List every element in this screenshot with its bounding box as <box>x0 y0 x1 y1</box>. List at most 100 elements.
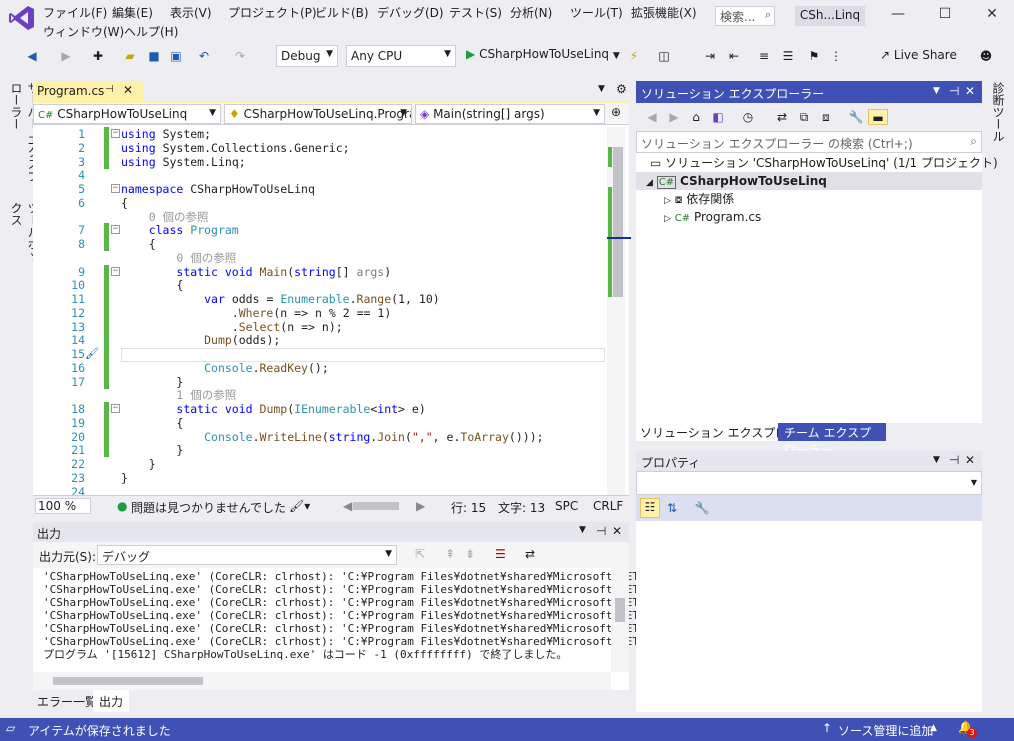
properties-object-select[interactable]: ▼ <box>636 471 982 495</box>
menu-view[interactable]: 表示(V) <box>170 4 212 21</box>
next-message-icon[interactable]: ⇟ <box>465 547 475 561</box>
reference-count[interactable]: 0 個の参照 <box>121 210 209 224</box>
pin-icon[interactable]: ⊣ <box>949 84 959 98</box>
forward-icon[interactable]: ▶ <box>58 48 74 64</box>
maximize-icon[interactable]: ☐ <box>935 6 955 26</box>
close-icon[interactable]: ✕ <box>965 453 975 467</box>
output-horizontal-scrollbar[interactable] <box>33 672 611 690</box>
scroll-right-icon[interactable]: ▶ <box>416 499 425 513</box>
open-folder-icon[interactable]: ▰ <box>122 48 138 64</box>
chevron-down-icon[interactable]: ▼ <box>933 455 940 465</box>
tab-list-icon[interactable]: ▼ <box>598 84 605 94</box>
tab-error-list[interactable]: エラー一覧 <box>37 693 97 710</box>
collapse-all-icon[interactable]: ⧉ <box>796 109 812 125</box>
scroll-thumb[interactable] <box>613 147 623 297</box>
sync-icon[interactable]: ⇄ <box>774 109 790 125</box>
wrench-icon[interactable]: 🔧 <box>848 109 864 125</box>
issues-status[interactable]: 問題は見つかりませんでした <box>131 499 286 516</box>
home-icon[interactable]: ⌂ <box>688 109 704 125</box>
start-button[interactable]: ▶ CSharpHowToUseLinq ▼ <box>466 47 620 65</box>
cleanup-icon[interactable]: 🖌▾ <box>289 499 310 513</box>
tree-item-program-cs[interactable]: ▷ C# Program.cs <box>664 208 761 226</box>
menu-extensions[interactable]: 拡張機能(X) <box>631 4 697 21</box>
tree-item-solution[interactable]: ▭ ソリューション 'CSharpHowToUseLinq' (1/1 プロジェ… <box>650 154 998 172</box>
project-scope-select[interactable]: C# CSharpHowToUseLinq ▼ <box>33 104 221 124</box>
scroll-thumb[interactable] <box>53 677 203 685</box>
tab-program-cs[interactable]: Program.cs ⊣ ✕ <box>33 81 143 101</box>
collapse-icon[interactable]: − <box>111 225 120 235</box>
gear-icon[interactable]: ⚙ <box>616 82 627 96</box>
wrench-icon[interactable]: 🔧 <box>694 500 710 516</box>
type-scope-select[interactable]: ♦ CSharpHowToUseLinq.Progra ▼ <box>224 104 412 124</box>
pin-icon[interactable]: ⊣ <box>105 84 114 95</box>
feedback-icon[interactable]: ☻ <box>978 48 994 64</box>
menu-help[interactable]: ヘルプ(H) <box>124 23 178 40</box>
output-scrollbar[interactable] <box>611 568 629 672</box>
output-source-select[interactable]: デバッグ ▼ <box>97 545 397 565</box>
collapse-icon[interactable]: − <box>111 184 120 193</box>
step-into-icon[interactable]: ⇤ <box>726 48 742 64</box>
previous-message-icon[interactable]: ⇞ <box>445 547 455 561</box>
show-all-files-icon[interactable]: ⧈ <box>818 109 834 125</box>
menu-tools[interactable]: ツール(T) <box>570 4 623 21</box>
tree-item-project[interactable]: ◢ C# CSharpHowToUseLinq <box>636 172 982 190</box>
comment-icon[interactable]: ≡ <box>756 48 772 64</box>
member-scope-select[interactable]: ◈ Main(string[] args) ▼ <box>415 104 605 124</box>
step-over-icon[interactable]: ⇥ <box>702 48 718 64</box>
close-icon[interactable]: ✕ <box>123 83 133 97</box>
new-project-icon[interactable]: ✚ <box>90 48 106 64</box>
close-icon[interactable]: ✕ <box>965 84 975 98</box>
chevron-down-icon[interactable]: ▼ <box>579 525 586 535</box>
split-icon[interactable]: ⊕ <box>611 105 621 119</box>
clear-all-icon[interactable]: ☰ <box>495 547 506 561</box>
scroll-thumb[interactable] <box>615 598 625 622</box>
collapse-icon[interactable]: − <box>111 404 120 413</box>
menu-build[interactable]: ビルド(B) <box>315 4 369 21</box>
redo-icon[interactable]: ↷ <box>232 48 248 64</box>
menu-debug[interactable]: デバッグ(D) <box>377 4 444 21</box>
pin-icon[interactable]: ⊣ <box>596 524 606 538</box>
close-icon[interactable]: ✕ <box>982 6 1002 26</box>
zoom-select[interactable]: 100 % <box>35 498 91 514</box>
code-area[interactable]: 🖌 1− using System; 2 using System.Collectio… <box>33 125 629 495</box>
screenshot-icon[interactable]: ◫ <box>656 48 672 64</box>
tab-output[interactable]: 出力 <box>93 690 130 712</box>
platform-select[interactable]: Any CPU ▼ <box>346 45 456 67</box>
uncomment-icon[interactable]: ☰ <box>780 48 796 64</box>
minimize-icon[interactable]: — <box>888 6 908 26</box>
tree-item-dependencies[interactable]: ▷ ⧇ 依存関係 <box>664 190 734 208</box>
more-bookmarks-icon[interactable]: ⋮ <box>828 48 844 64</box>
vertical-scrollbar[interactable] <box>607 127 631 495</box>
diagnostic-tools-tab[interactable]: 診断ツール <box>990 82 1007 142</box>
back-icon[interactable]: ◀ <box>24 48 40 64</box>
menu-window[interactable]: ウィンドウ(W) <box>43 23 124 40</box>
source-control-button[interactable]: ソース管理に追加 <box>838 722 933 739</box>
menu-project[interactable]: プロジェクト(P) <box>228 4 317 21</box>
preview-icon[interactable]: ▬ <box>868 109 888 125</box>
forward-icon[interactable]: ▶ <box>666 109 682 125</box>
save-icon[interactable]: ■ <box>146 48 162 64</box>
pin-icon[interactable]: ⊣ <box>949 453 959 467</box>
menu-edit[interactable]: 編集(E) <box>112 4 153 21</box>
chevron-down-icon[interactable]: ▼ <box>933 86 940 96</box>
pending-changes-icon[interactable]: ◷ <box>740 109 756 125</box>
save-all-icon[interactable]: ▣ <box>168 48 184 64</box>
menu-test[interactable]: テスト(S) <box>449 4 502 21</box>
chevron-up-icon[interactable]: ▲ <box>930 723 937 733</box>
configuration-select[interactable]: Debug ▼ <box>276 45 338 67</box>
alphabetical-icon[interactable]: ⇅ <box>664 500 680 516</box>
switch-views-icon[interactable]: ◧ <box>710 109 726 125</box>
solution-search-input[interactable]: ソリューション エクスプローラー の検索 (Ctrl+;) ⌕ <box>636 131 982 153</box>
close-icon[interactable]: ✕ <box>612 524 622 538</box>
collapse-icon[interactable]: − <box>111 129 120 138</box>
categorized-icon[interactable]: ☷ <box>640 498 660 518</box>
scroll-left-icon[interactable]: ◀ <box>343 499 352 513</box>
undo-icon[interactable]: ↶ <box>196 48 212 64</box>
bookmark-icon[interactable]: ⚑ <box>806 48 822 64</box>
collapse-icon[interactable]: − <box>111 266 120 276</box>
tab-team-explorer[interactable]: チーム エクスプローラー <box>778 423 886 457</box>
live-share-button[interactable]: ↗ Live Share <box>880 48 957 62</box>
back-icon[interactable]: ◀ <box>644 109 660 125</box>
search-input[interactable]: 検索... ⌕ <box>715 6 775 26</box>
menu-analyze[interactable]: 分析(N) <box>510 4 552 21</box>
